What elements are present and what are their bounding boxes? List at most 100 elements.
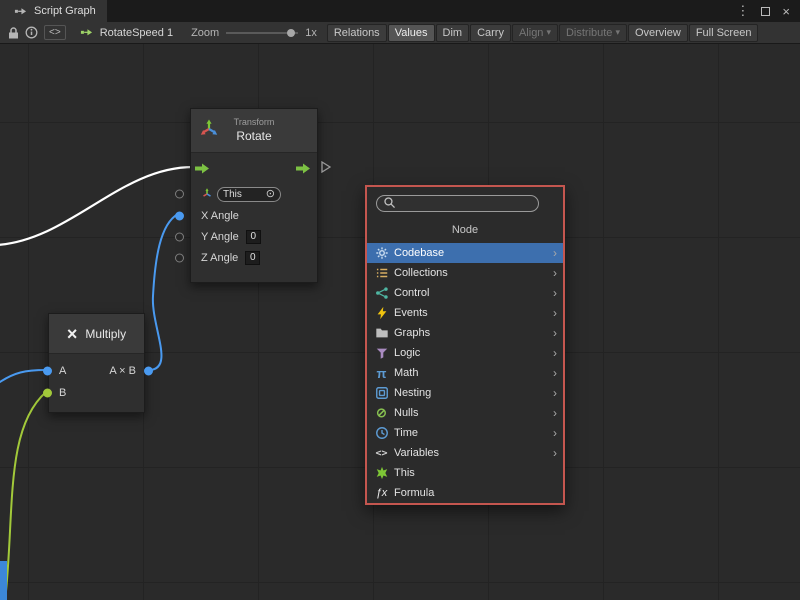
window-controls: ⋮ × bbox=[736, 0, 800, 22]
port-b[interactable] bbox=[43, 389, 52, 398]
node-multiply-header[interactable]: × Multiply bbox=[49, 314, 144, 354]
zoom-slider[interactable] bbox=[226, 32, 298, 34]
flow-input-icon[interactable] bbox=[195, 163, 210, 174]
chevron-right-icon: › bbox=[553, 386, 557, 400]
relations-label: Relations bbox=[334, 27, 380, 39]
zoom-slider-handle[interactable] bbox=[287, 29, 295, 37]
relations-button[interactable]: Relations bbox=[327, 24, 387, 42]
node-multiply[interactable]: × Multiply A A × B B bbox=[48, 313, 145, 413]
time-icon bbox=[374, 426, 389, 440]
port-a-times-b[interactable] bbox=[144, 367, 153, 376]
finder-header: Node bbox=[367, 224, 563, 237]
kebab-menu-icon[interactable]: ⋮ bbox=[736, 3, 749, 19]
finder-item-math[interactable]: π Math › bbox=[367, 363, 563, 383]
y-angle-input[interactable]: 0 bbox=[246, 230, 261, 244]
finder-item-time[interactable]: Time › bbox=[367, 423, 563, 443]
port-a[interactable] bbox=[43, 367, 52, 376]
finder-item-events[interactable]: Events › bbox=[367, 303, 563, 323]
chevron-down-icon: ▾ bbox=[615, 27, 620, 38]
script-graph-icon bbox=[11, 2, 29, 20]
a-label: A bbox=[59, 365, 66, 377]
finder-item-control[interactable]: Control › bbox=[367, 283, 563, 303]
finder-item-label: Nesting bbox=[394, 387, 431, 399]
overview-button[interactable]: Overview bbox=[628, 24, 688, 42]
finder-item-collections[interactable]: Collections › bbox=[367, 263, 563, 283]
flow-output-icon[interactable] bbox=[296, 163, 311, 174]
distribute-label: Distribute bbox=[566, 27, 612, 39]
port-this[interactable] bbox=[175, 190, 184, 199]
carry-button[interactable]: Carry bbox=[470, 24, 511, 42]
graph-asset-icon bbox=[78, 24, 96, 42]
tab-script-graph[interactable]: Script Graph bbox=[0, 0, 107, 22]
search-input[interactable] bbox=[400, 198, 532, 210]
code-view-icon[interactable]: <> bbox=[44, 25, 66, 40]
transform-mini-icon bbox=[201, 188, 213, 200]
carry-label: Carry bbox=[477, 27, 504, 39]
search-icon bbox=[383, 196, 396, 212]
edge-wire-highlight bbox=[0, 561, 7, 600]
finder-list: Codebase › Collections › Control › bbox=[367, 243, 563, 503]
values-button[interactable]: Values bbox=[388, 24, 435, 42]
wire-flow-white bbox=[0, 167, 193, 245]
variables-icon: <> bbox=[374, 448, 389, 459]
this-row: This ⊙ bbox=[191, 183, 317, 205]
chevron-right-icon: › bbox=[553, 426, 557, 440]
finder-item-formula[interactable]: ƒx Formula bbox=[367, 483, 563, 503]
graphs-icon bbox=[374, 326, 389, 340]
wire-bottom-to-b bbox=[5, 392, 46, 600]
a-times-b-label: A × B bbox=[109, 365, 144, 377]
breadcrumb[interactable]: RotateSpeed 1 bbox=[78, 24, 173, 42]
graph-canvas[interactable]: Transform Rotate bbox=[0, 44, 800, 600]
logic-icon bbox=[374, 346, 389, 360]
dim-button[interactable]: Dim bbox=[436, 24, 470, 42]
maximize-icon[interactable] bbox=[761, 7, 770, 16]
toolbar-buttons: Relations Values Dim Carry Align▾ Distri… bbox=[327, 24, 760, 42]
finder-item-codebase[interactable]: Codebase › bbox=[367, 243, 563, 263]
port-row-z-angle: Z Angle 0 bbox=[191, 247, 317, 268]
port-row-b: B bbox=[49, 382, 144, 404]
play-triangle-icon bbox=[321, 161, 331, 176]
full-screen-button[interactable]: Full Screen bbox=[689, 24, 759, 42]
chevron-right-icon: › bbox=[553, 446, 557, 460]
y-angle-label: Y Angle bbox=[201, 231, 239, 243]
node-rotate-header[interactable]: Transform Rotate bbox=[191, 109, 317, 153]
this-field-value: This bbox=[223, 189, 242, 200]
info-icon[interactable] bbox=[22, 24, 40, 42]
node-rotate[interactable]: Transform Rotate bbox=[190, 108, 318, 283]
finder-item-label: Logic bbox=[394, 347, 420, 359]
align-button[interactable]: Align▾ bbox=[512, 24, 558, 42]
zoom-control: Zoom 1x bbox=[191, 27, 317, 39]
finder-item-variables[interactable]: <> Variables › bbox=[367, 443, 563, 463]
chevron-right-icon: › bbox=[553, 306, 557, 320]
chevron-right-icon: › bbox=[553, 346, 557, 360]
nulls-icon: ⊘ bbox=[374, 405, 389, 421]
finder-item-nulls[interactable]: ⊘ Nulls › bbox=[367, 403, 563, 423]
finder-search-box[interactable] bbox=[376, 195, 539, 212]
zoom-value: 1x bbox=[305, 27, 317, 39]
distribute-button[interactable]: Distribute▾ bbox=[559, 24, 627, 42]
object-picker-icon[interactable]: ⊙ bbox=[266, 189, 275, 200]
z-angle-input[interactable]: 0 bbox=[245, 251, 260, 265]
chevron-down-icon: ▾ bbox=[546, 27, 551, 38]
z-angle-label: Z Angle bbox=[201, 252, 238, 264]
codebase-icon bbox=[374, 246, 389, 260]
chevron-right-icon: › bbox=[553, 406, 557, 420]
port-x-angle[interactable] bbox=[175, 211, 184, 220]
x-angle-label: X Angle bbox=[201, 210, 239, 222]
lock-icon[interactable] bbox=[4, 24, 22, 42]
finder-item-nesting[interactable]: Nesting › bbox=[367, 383, 563, 403]
finder-item-logic[interactable]: Logic › bbox=[367, 343, 563, 363]
this-object-field[interactable]: This ⊙ bbox=[217, 187, 281, 202]
port-z-angle[interactable] bbox=[175, 253, 184, 262]
close-icon[interactable]: × bbox=[782, 4, 790, 19]
math-icon: π bbox=[374, 366, 389, 381]
graph-name: RotateSpeed 1 bbox=[100, 27, 173, 39]
finder-item-graphs[interactable]: Graphs › bbox=[367, 323, 563, 343]
finder-item-this[interactable]: This bbox=[367, 463, 563, 483]
values-label: Values bbox=[395, 27, 428, 39]
flow-row bbox=[191, 153, 317, 183]
chevron-right-icon: › bbox=[553, 366, 557, 380]
wire-multiply-to-x-angle bbox=[150, 214, 178, 370]
port-y-angle[interactable] bbox=[175, 232, 184, 241]
port-row-a: A A × B bbox=[49, 360, 144, 382]
